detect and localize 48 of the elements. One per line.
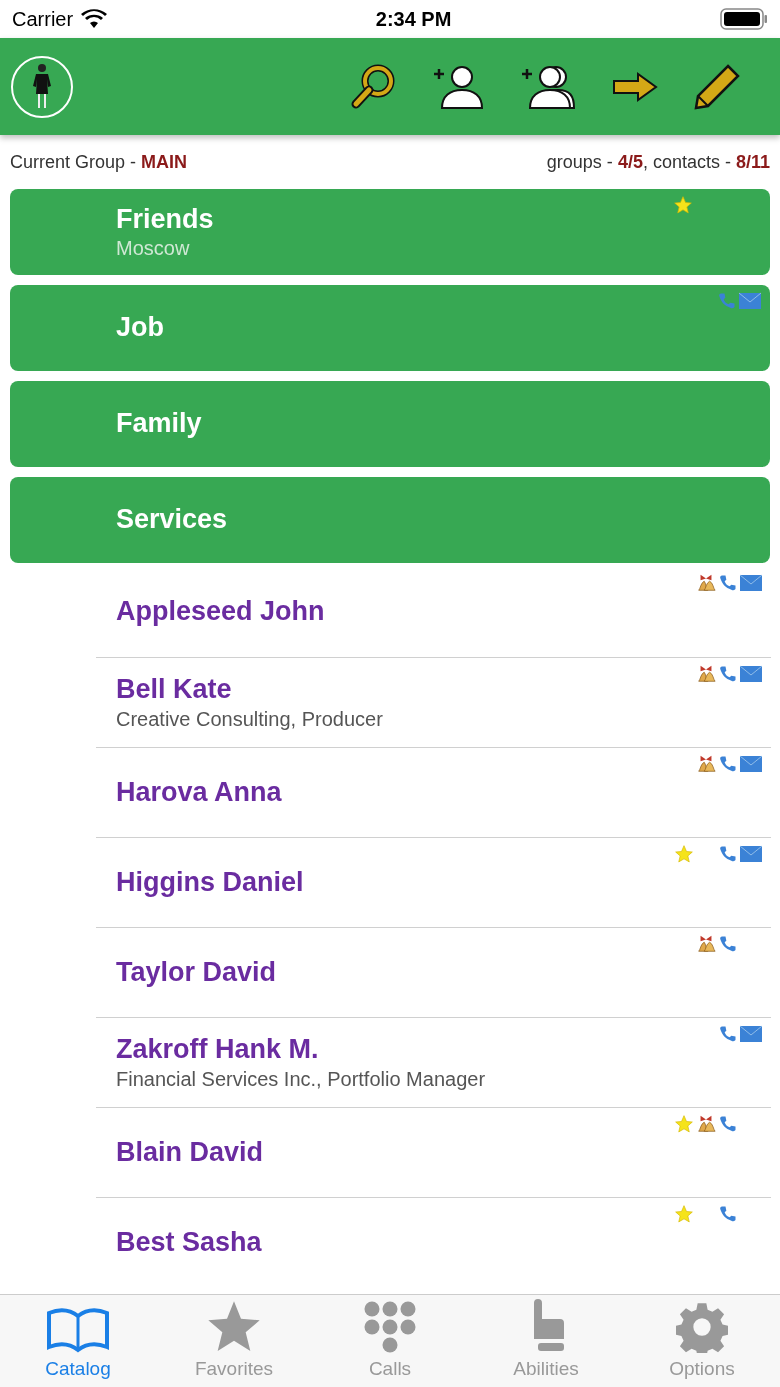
star-icon (206, 1300, 262, 1353)
avatar-icon[interactable] (10, 54, 74, 119)
contact-row[interactable]: Blain David (96, 1107, 771, 1197)
contact-name: Bell Kate (116, 673, 233, 707)
contact-row[interactable]: Taylor David (96, 927, 771, 1017)
tab[interactable]: Favorites (156, 1295, 312, 1387)
tab[interactable]: Catalog (0, 1295, 156, 1387)
group-row[interactable]: Services (10, 477, 770, 563)
carrier-label: Carrier (12, 7, 74, 32)
contact-name: Higgins Daniel (116, 865, 305, 899)
contact-row[interactable]: Best Sasha (96, 1197, 771, 1287)
group-name: Friends (116, 202, 215, 236)
settings-icon (676, 1300, 728, 1353)
tab[interactable]: Abilities (468, 1295, 624, 1387)
arrow-right-icon[interactable] (612, 71, 658, 102)
contact-name: Best Sasha (116, 1225, 263, 1259)
tab[interactable]: Options (624, 1295, 780, 1387)
contact-row[interactable]: Appleseed John (96, 567, 771, 657)
contact-name: Blain David (116, 1135, 265, 1169)
contact-subtitle: Creative Consulting, Producer (116, 706, 384, 732)
contact-row[interactable]: Zakroff Hank M. Financial Services Inc., Portfolio Manager (96, 1017, 771, 1107)
book-icon (45, 1306, 111, 1353)
contact-name: Taylor David (116, 955, 278, 989)
add-group-icon[interactable] (520, 63, 576, 110)
group-name: Services (116, 503, 229, 537)
group-row[interactable]: Friends Moscow (10, 189, 770, 275)
contact-subtitle: Financial Services Inc., Portfolio Manager (116, 1066, 487, 1092)
contact-name: Zakroff Hank M. (116, 1033, 320, 1067)
tab[interactable]: Calls (312, 1295, 468, 1387)
battery-icon (720, 8, 768, 30)
counts-label: groups - 4/5, contacts - 8/11 (546, 150, 770, 174)
group-name: Job (116, 311, 165, 345)
add-person-icon[interactable] (432, 63, 484, 110)
group-row[interactable]: Job (10, 285, 770, 371)
clock-time: 2:34 PM (375, 7, 452, 32)
contact-name: Appleseed John (116, 595, 326, 629)
keypad-icon (364, 1300, 416, 1353)
group-name: Family (116, 407, 203, 441)
group-row[interactable]: Family (10, 381, 770, 467)
pencil-icon[interactable] (694, 63, 740, 110)
contact-row[interactable]: Higgins Daniel (96, 837, 771, 927)
current-group-label: Current Group - MAIN (10, 150, 188, 174)
contact-name: Harova Anna (116, 775, 283, 809)
group-subtitle: Moscow (116, 236, 191, 262)
contact-row[interactable]: Harova Anna (96, 747, 771, 837)
wifi-icon (81, 9, 108, 29)
search-icon[interactable] (350, 63, 396, 110)
contact-row[interactable]: Bell Kate Creative Consulting, Producer (96, 657, 771, 747)
